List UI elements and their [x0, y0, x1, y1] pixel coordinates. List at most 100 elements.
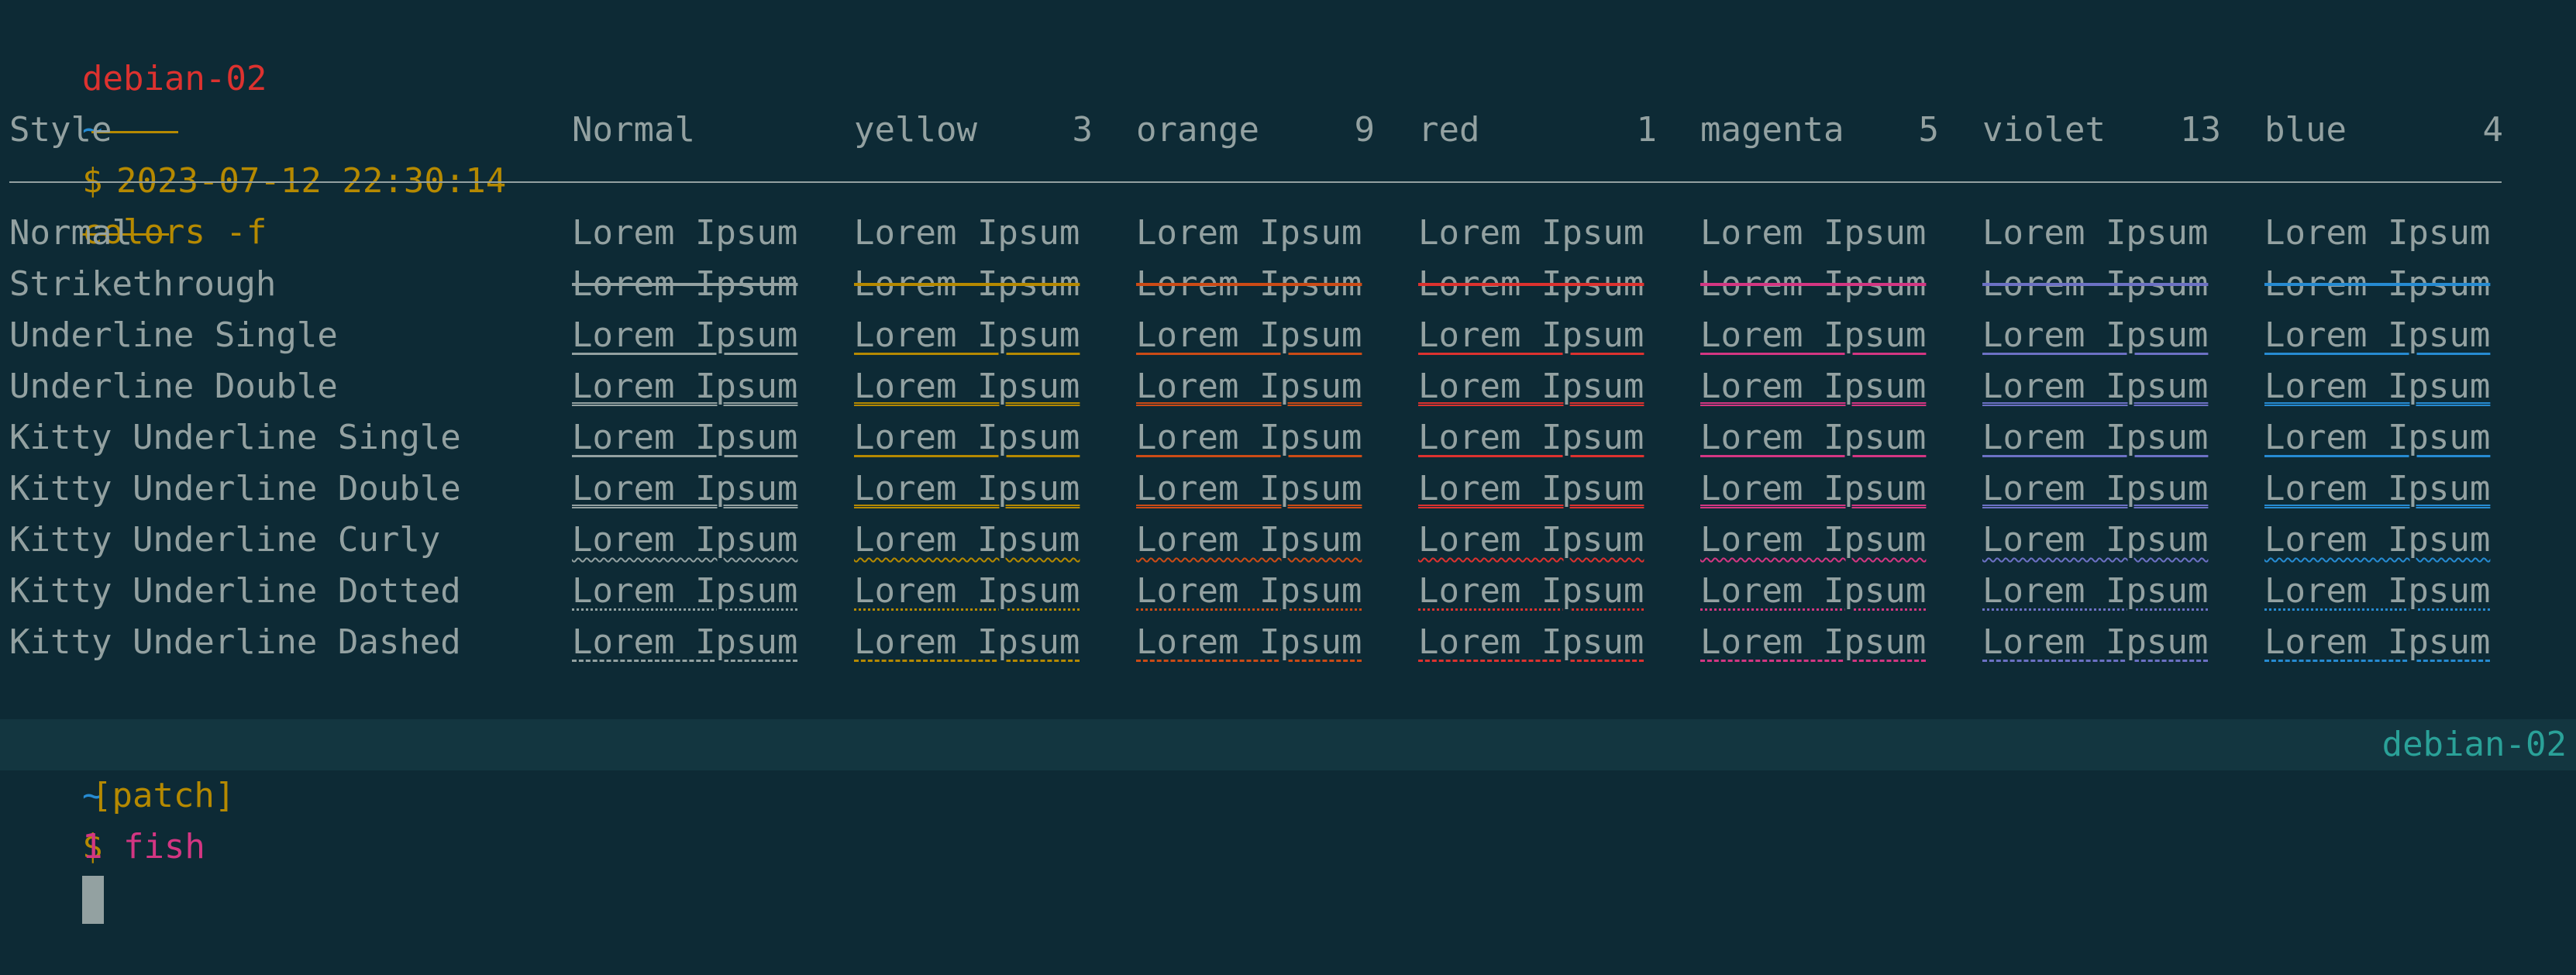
table-header: Style Normal yellow 3 orange 9 red 1 magenta 5 vi…	[0, 105, 2503, 156]
sample-cell-magenta: Lorem Ipsum	[1700, 571, 1927, 611]
sample-cell-red: Lorem Ipsum	[1418, 264, 1644, 304]
style-label: Normal	[9, 213, 133, 253]
status-hostname: debian-02	[2381, 725, 2567, 764]
sample-cell-orange: Lorem Ipsum	[1136, 571, 1362, 611]
sample-cell-blue: Lorem Ipsum	[2264, 469, 2491, 508]
sample-cell-normal: Lorem Ipsum	[572, 264, 798, 304]
sample-cell-blue: Lorem Ipsum	[2264, 264, 2491, 304]
sample-cell-violet: Lorem Ipsum	[1982, 520, 2209, 560]
column-header-orange: orange 9	[1136, 105, 1375, 156]
sample-cell-violet: Lorem Ipsum	[1982, 315, 2209, 355]
column-name: blue	[2264, 110, 2347, 150]
column-header-yellow: yellow 3	[854, 105, 1093, 156]
text-cursor[interactable]	[81, 876, 104, 924]
sample-cell-magenta: Lorem Ipsum	[1700, 315, 1927, 355]
sample-cell-yellow: Lorem Ipsum	[854, 315, 1080, 355]
sample-cell-red: Lorem Ipsum	[1418, 520, 1644, 560]
prompt-line[interactable]: debian-02 ~ $	[0, 668, 267, 924]
session-name[interactable]: [patch]	[91, 776, 235, 815]
sample-cell-yellow: Lorem Ipsum	[854, 264, 1080, 304]
sample-cell-yellow: Lorem Ipsum	[854, 622, 1080, 662]
column-code: 1	[1636, 110, 1658, 150]
column-name: Normal	[572, 110, 695, 150]
sample-cell-red: Lorem Ipsum	[1418, 367, 1644, 406]
column-name: magenta	[1700, 110, 1844, 150]
sample-cell-orange: Lorem Ipsum	[1136, 418, 1362, 457]
header-divider	[9, 181, 2502, 183]
sample-cell-magenta: Lorem Ipsum	[1700, 469, 1927, 508]
sample-cell-yellow: Lorem Ipsum	[854, 418, 1080, 457]
column-header-magenta: magenta 5	[1700, 105, 1939, 156]
sample-cell-violet: Lorem Ipsum	[1982, 418, 2209, 457]
sample-cell-normal: Lorem Ipsum	[572, 571, 798, 611]
sample-cell-violet: Lorem Ipsum	[1982, 264, 2209, 304]
sample-cell-red: Lorem Ipsum	[1418, 622, 1644, 662]
sample-cell-red: Lorem Ipsum	[1418, 315, 1644, 355]
sample-cell-normal: Lorem Ipsum	[572, 213, 798, 253]
column-header-violet: violet 13	[1982, 105, 2221, 156]
sample-cell-red: Lorem Ipsum	[1418, 571, 1644, 611]
sample-cell-yellow: Lorem Ipsum	[854, 520, 1080, 560]
column-name: violet	[1982, 110, 2106, 150]
column-header-normal: Normal	[572, 105, 811, 156]
sample-cell-violet: Lorem Ipsum	[1982, 367, 2209, 406]
sample-cell-orange: Lorem Ipsum	[1136, 469, 1362, 508]
sample-cell-magenta: Lorem Ipsum	[1700, 622, 1927, 662]
sample-cell-yellow: Lorem Ipsum	[854, 213, 1080, 253]
sample-cell-red: Lorem Ipsum	[1418, 469, 1644, 508]
sample-cell-yellow: Lorem Ipsum	[854, 571, 1080, 611]
sample-cell-orange: Lorem Ipsum	[1136, 622, 1362, 662]
sample-cell-magenta: Lorem Ipsum	[1700, 418, 1927, 457]
style-label: Kitty Underline Single	[9, 418, 461, 457]
column-name: yellow	[854, 110, 977, 150]
sample-cell-violet: Lorem Ipsum	[1982, 213, 2209, 253]
sample-cell-blue: Lorem Ipsum	[2264, 213, 2491, 253]
sample-cell-blue: Lorem Ipsum	[2264, 622, 2491, 662]
style-label: Underline Single	[9, 315, 338, 355]
sample-cell-normal: Lorem Ipsum	[572, 315, 798, 355]
sample-cell-magenta: Lorem Ipsum	[1700, 213, 1927, 253]
style-header: Style	[9, 110, 112, 150]
column-header-red: red 1	[1418, 105, 1657, 156]
sample-cell-blue: Lorem Ipsum	[2264, 367, 2491, 406]
terminal-window[interactable]: debian-02 ~ $ colors -f 2023-07-12 22:30…	[0, 0, 2576, 924]
window-name[interactable]: 1 fish	[82, 827, 205, 866]
sample-cell-normal: Lorem Ipsum	[572, 418, 798, 457]
sample-cell-blue: Lorem Ipsum	[2264, 418, 2491, 457]
column-code: 13	[2180, 110, 2221, 150]
style-label: Kitty Underline Dashed	[9, 622, 461, 662]
sample-cell-orange: Lorem Ipsum	[1136, 264, 1362, 304]
column-code: 3	[1072, 110, 1093, 150]
sample-cell-normal: Lorem Ipsum	[572, 367, 798, 406]
sample-cell-red: Lorem Ipsum	[1418, 213, 1644, 253]
sample-cell-normal: Lorem Ipsum	[572, 520, 798, 560]
sample-cell-violet: Lorem Ipsum	[1982, 571, 2209, 611]
sample-cell-red: Lorem Ipsum	[1418, 418, 1644, 457]
style-label: Kitty Underline Curly	[9, 520, 441, 560]
sample-cell-violet: Lorem Ipsum	[1982, 622, 2209, 662]
sample-cell-blue: Lorem Ipsum	[2264, 520, 2491, 560]
style-label: Underline Double	[9, 367, 338, 406]
column-code: 9	[1354, 110, 1376, 150]
timestamp-line: 2023-07-12 22:30:14	[0, 53, 540, 236]
column-code: 4	[2482, 110, 2504, 150]
sample-cell-magenta: Lorem Ipsum	[1700, 264, 1927, 304]
sample-cell-orange: Lorem Ipsum	[1136, 315, 1362, 355]
column-header-blue: blue 4	[2264, 105, 2503, 156]
sample-cell-normal: Lorem Ipsum	[572, 469, 798, 508]
sample-cell-magenta: Lorem Ipsum	[1700, 367, 1927, 406]
sample-cell-magenta: Lorem Ipsum	[1700, 520, 1927, 560]
sample-cell-blue: Lorem Ipsum	[2264, 571, 2491, 611]
command-line: debian-02 ~ $ colors -f	[0, 2, 267, 252]
sample-cell-normal: Lorem Ipsum	[572, 622, 798, 662]
style-label: Kitty Underline Double	[9, 469, 461, 508]
column-code: 5	[1918, 110, 1940, 150]
sample-cell-orange: Lorem Ipsum	[1136, 213, 1362, 253]
style-label: Kitty Underline Dotted	[9, 571, 461, 611]
sample-cell-blue: Lorem Ipsum	[2264, 315, 2491, 355]
sample-cell-orange: Lorem Ipsum	[1136, 520, 1362, 560]
sample-cell-yellow: Lorem Ipsum	[854, 367, 1080, 406]
column-name: orange	[1136, 110, 1259, 150]
style-label: Strikethrough	[9, 264, 277, 304]
status-bar: [patch] 1 fish debian-02	[0, 719, 2576, 866]
